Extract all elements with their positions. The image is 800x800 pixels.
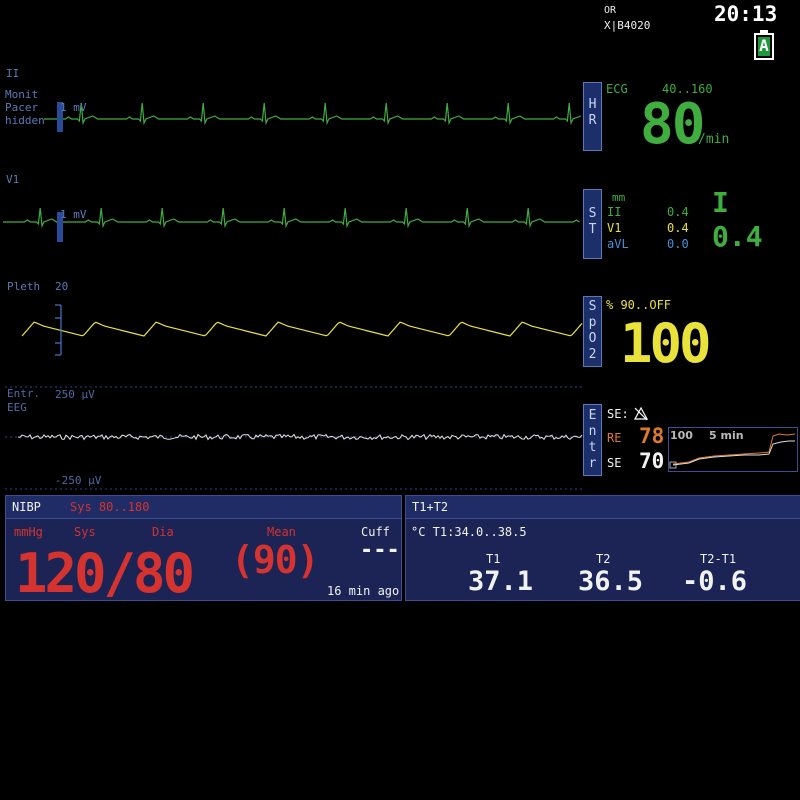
hr-unit: /min [698,132,730,147]
ecg-ii-lead-label: II [6,67,20,80]
temperature-header [406,496,800,519]
st-lead-avl-value: 0.0 [667,237,689,251]
spo2-tab-char: S [588,299,597,314]
st-lead-ii-value: 0.4 [667,205,689,219]
eeg-label-line2: EEG [7,401,27,414]
ecg-mode-line-3: hidden [5,114,45,127]
st-big-lead: I [712,186,729,219]
pleth-scale-label: 20 [55,280,69,293]
alarm-off-icon [633,406,649,422]
hr-tab[interactable]: H R [583,82,602,151]
temp-diff-label: T2-T1 [700,552,737,566]
hr-tab-char: H [588,97,597,112]
hr-value: 80 [640,92,705,157]
entropy-se-title: SE: [607,407,629,421]
hr-tab-char: R [588,113,597,128]
nibp-age: 16 min ago [327,584,400,598]
eeg-bottom-scale: -250 µV [55,474,102,487]
nibp-unit: mmHg [14,525,43,539]
ecg-v1-waveform [3,207,580,229]
temp-t1-label: T1 [486,552,501,566]
eeg-label-line1: Entr. [7,387,41,400]
spo2-tab-char: O [588,331,597,346]
entropy-tab-char: E [588,408,597,423]
temp-diff-value: -0.6 [682,566,748,597]
ecg-v1-lead-label: V1 [6,173,20,186]
nibp-panel[interactable]: NIBP Sys 80..180 mmHg Sys Dia Mean Cuff … [5,495,402,605]
spo2-tab-char: p [588,315,597,330]
nibp-sys-label: Sys [74,525,96,539]
spo2-limits: % 90..OFF [606,298,672,312]
nibp-value: 120/80 [15,542,195,605]
ecg-ii-waveform [44,102,582,126]
nibp-limits: Sys 80..180 [70,500,150,514]
entropy-re-value: 78 [639,424,665,448]
st-lead-avl-name: aVL [607,237,629,251]
st-unit: mm [612,191,626,204]
entropy-tab[interactable]: E n t r [583,404,602,476]
temperature-panel[interactable]: T1+T2 °C T1:34.0..38.5 T1 T2 T2-T1 37.1 … [405,495,800,601]
pleth-waveform [21,321,583,337]
temp-t2-value: 36.5 [578,566,644,597]
st-lead-ii-name: II [607,205,622,219]
entropy-tab-char: r [588,456,597,471]
entropy-trend-box: 100 5 min [668,427,798,472]
ecg-mode-line-1: Monit [5,88,39,101]
hr-source: ECG [606,82,628,96]
entropy-se-value: 70 [639,449,665,473]
entropy-trend-re-line [672,433,796,465]
pleth-label: Pleth [7,280,41,293]
spo2-tab[interactable]: S p O 2 [583,296,602,367]
temp-limits: °C T1:34.0..38.5 [411,525,527,539]
st-tab-char: S [588,206,597,221]
st-lead-v1-name: V1 [607,221,622,235]
entropy-tab-char: n [588,424,597,439]
spo2-tab-char: 2 [588,347,597,362]
st-tab[interactable]: S T [583,189,602,259]
st-lead-v1-value: 0.4 [667,221,689,235]
nibp-mean-label: Mean [267,525,296,539]
st-big-value: 0.4 [712,220,763,253]
temp-title: T1+T2 [412,500,449,514]
nibp-cuff-label: Cuff [361,525,390,539]
entropy-re-label: RE [607,431,622,445]
eeg-top-scale: 250 µV [55,388,95,401]
st-tab-char: T [588,222,597,237]
spo2-value: 100 [620,312,712,375]
ecg-v1-scale-label: 1 mV [60,208,87,221]
nibp-dia-label: Dia [152,525,174,539]
nibp-header [6,496,401,519]
nibp-title: NIBP [12,500,41,514]
entropy-se-label: SE [607,456,622,470]
temp-t1-value: 37.1 [468,566,534,597]
ecg-ii-scale-label: 1 mV [60,101,87,114]
entropy-tab-char: t [588,440,597,455]
ecg-mode-line-2: Pacer [5,101,39,114]
nibp-mean-value: (90) [231,538,320,582]
temp-t2-label: T2 [596,552,611,566]
nibp-cuff-value: --- [360,538,400,563]
